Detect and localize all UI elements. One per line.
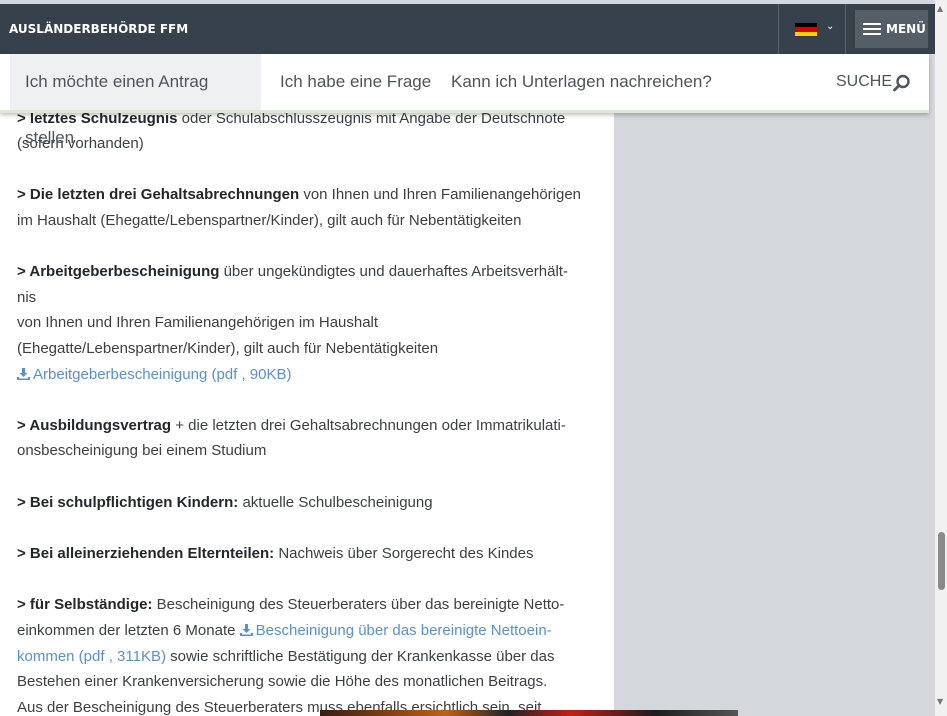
menu-button[interactable]: MENÜ [855,10,928,48]
german-flag-icon [795,23,817,36]
content-line: nis [17,289,37,306]
download-link-nettoeinkommen-cont[interactable]: kommen (pdf , 311KB) [17,648,166,665]
content-line: > Bei schulpflichtigen Kindern: aktuelle… [17,494,433,511]
brand-title[interactable]: AUSLÄNDERBEHÖRDE FFM [9,4,188,54]
download-link-arbeitgeberbescheinigung[interactable]: Arbeitgeberbescheinigung (pdf , 90KB) [17,362,292,388]
secondary-nav: Ich möchte einen Antrag stellen Ich habe… [0,54,929,147]
flag-stripe-gold [795,31,817,36]
menu-label: MENÜ [886,22,926,36]
tab-unterlagen-nachreichen[interactable]: Kann ich Unterlagen nachreichen? [451,54,712,110]
content-line: > Bei alleinerziehenden Elternteilen: Na… [17,545,534,562]
scroll-up-arrow-icon[interactable]: ▲ [937,4,943,13]
scroll-down-arrow-icon[interactable]: ▼ [937,697,943,706]
language-selector[interactable]: ⌄ [778,4,846,54]
tab-antrag-stellen[interactable]: Ich möchte einen Antrag stellen [10,54,261,147]
content-line: (Ehegatte/Lebenspartner/Kinder), gilt au… [17,340,439,357]
content-line: im Haushalt (Ehegatte/Lebenspartner/Kind… [17,212,522,229]
hamburger-icon [863,23,881,35]
download-icon [239,624,253,636]
top-header: AUSLÄNDERBEHÖRDE FFM ⌄ MENÜ [0,4,935,54]
content-line: > Ausbildungsvertrag + die letzten drei … [17,417,566,434]
chevron-down-icon: ⌄ [826,21,835,32]
main-content: > letztes Schulzeugnis oder Schulabschlu… [0,54,614,716]
content-line: > Die letzten drei Gehaltsabrechnungen v… [17,186,582,203]
bottom-banner-strip [320,710,738,716]
sidebar [614,113,935,716]
content-line: von Ihnen und Ihren Familienangehörigen … [17,314,379,331]
download-link-nettoeinkommen[interactable]: Bescheinigung über das bereinigte Nettoe… [239,622,552,639]
content-line: onsbescheinigung bei einem Studium [17,442,267,459]
search-button[interactable]: SUCHE [836,54,892,110]
content-line: Bestehen einer Krankenversicherung sowie… [17,673,548,690]
content-line: kommen (pdf , 311KB) sowie schriftliche … [17,648,555,665]
tab-frage[interactable]: Ich habe eine Frage [280,54,431,110]
content-line: > für Selbständige: Bescheinigung des St… [17,596,565,613]
content-line: > Arbeitgeberbescheinigung über ungekünd… [17,263,568,280]
content-line: einkommen der letzten 6 Monate Bescheini… [17,622,552,639]
search-icon[interactable] [893,74,911,92]
page-scrollbar[interactable]: ▲ ▼ [935,0,947,716]
download-icon [17,368,30,380]
scrollbar-thumb[interactable] [938,532,945,590]
